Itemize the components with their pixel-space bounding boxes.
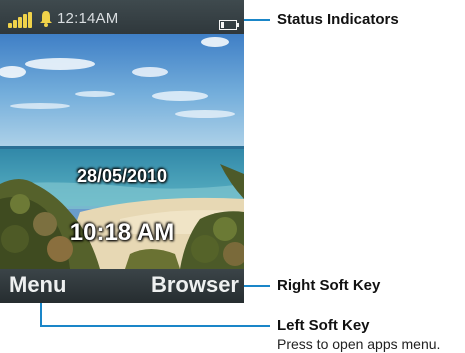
battery-icon	[219, 17, 239, 30]
softkey-bar: Menu Browser	[0, 269, 244, 303]
left-soft-key-callout-horizontal	[40, 325, 270, 327]
left-soft-key-description: Press to open apps menu.	[277, 336, 441, 352]
left-soft-key-callout-vertical	[40, 303, 42, 327]
status-indicators-callout: Status Indicators	[277, 11, 399, 28]
right-soft-key-callout-line	[244, 285, 270, 287]
bell-icon	[39, 10, 53, 27]
home-clock: 10:18 AM	[69, 219, 175, 246]
right-softkey-browser[interactable]: Browser	[151, 272, 239, 298]
status-indicators-callout-line	[244, 19, 270, 21]
right-soft-key-callout: Right Soft Key	[277, 277, 381, 294]
signal-strength-icon	[8, 12, 36, 28]
phone-screen: 12:14AM 28/05/2010 10:18 AM Menu Browser	[0, 0, 244, 303]
home-date: 28/05/2010	[76, 166, 168, 186]
left-softkey-menu[interactable]: Menu	[9, 272, 66, 298]
status-bar: 12:14AM	[0, 0, 244, 34]
left-soft-key-callout: Left Soft Key	[277, 317, 370, 334]
status-time: 12:14AM	[57, 10, 119, 27]
